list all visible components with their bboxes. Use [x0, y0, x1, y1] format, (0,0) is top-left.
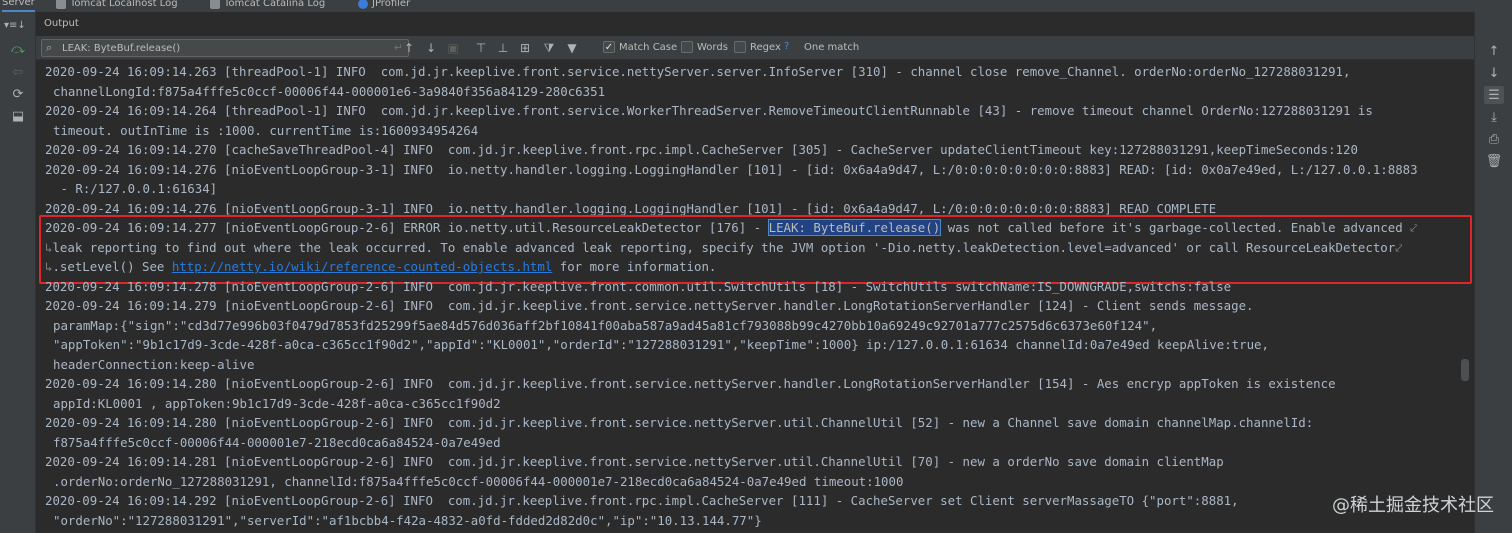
clear-all-icon[interactable]: 🗑 — [1484, 152, 1504, 170]
search-icon[interactable]: ⌕ — [46, 41, 52, 55]
layout-menu-icon[interactable]: ▾≡↓ — [4, 20, 26, 31]
log-file-icon — [56, 0, 66, 9]
tab-label: Tomcat Localhost Log — [70, 0, 178, 9]
vertical-scrollbar-thumb[interactable] — [1461, 359, 1469, 381]
log-line: .orderNo:orderNo_127288031291, channelId… — [53, 473, 904, 489]
regex-help-link[interactable]: ? — [784, 41, 789, 52]
checkbox-empty-icon — [734, 41, 746, 53]
log-line: headerConnection:keep-alive — [53, 356, 255, 372]
log-line: f875a4fffe5c0ccf-00006f44-000001e7-218ec… — [53, 434, 501, 450]
refresh-icon[interactable]: ⟳ — [8, 85, 28, 103]
right-toolbar: ↑ ↓ ☰ ⤓ ⎙ 🗑 — [1474, 12, 1512, 533]
jprofiler-icon — [358, 0, 368, 9]
log-line: paramMap:{"sign":"cd3d77e996b03f0479d785… — [53, 317, 1158, 333]
log-file-icon — [210, 0, 220, 9]
scroll-to-end-icon[interactable]: ⤓ — [1484, 108, 1504, 126]
soft-wrap-icon: ⤦ — [1395, 239, 1403, 255]
scroll-up-icon[interactable]: ↑ — [1484, 42, 1504, 60]
tool-window-tabs: Server Tomcat Localhost Log Tomcat Catal… — [0, 0, 1512, 12]
print-icon[interactable]: ⎙ — [1484, 130, 1504, 148]
scroll-down-icon[interactable]: ↓ — [1484, 64, 1504, 82]
words-checkbox[interactable]: Words — [681, 41, 728, 53]
log-line: 2020-09-24 16:09:14.278 [nioEventLoopGro… — [45, 278, 1232, 294]
tab-jprofiler[interactable]: JProfiler — [358, 0, 410, 12]
search-input[interactable]: ⌕ LEAK: ByteBuf.release() ↵ — [41, 39, 409, 57]
log-line: 2020-09-24 16:09:14.263 [threadPool-1] I… — [45, 64, 1351, 79]
deploy-icon[interactable]: ⬓ — [8, 107, 28, 125]
tab-tomcat-localhost-log[interactable]: Tomcat Localhost Log — [56, 0, 178, 12]
log-line: 2020-09-24 16:09:14.279 [nioEventLoopGro… — [45, 298, 1254, 313]
error-text: for more information. — [552, 259, 717, 274]
previous-occurrence-button[interactable]: ↑ — [400, 39, 418, 57]
log-line: 2020-09-24 16:09:14.276 [nioEventLoopGro… — [45, 200, 1217, 216]
reload-arrow-icon: ⇦ — [12, 64, 24, 80]
error-text: leak reporting to find out where the lea… — [52, 239, 1396, 255]
error-line: ↳leak reporting to find out where the le… — [45, 238, 1402, 258]
console-output[interactable]: 2020-09-24 16:09:14.263 [threadPool-1] I… — [36, 61, 1474, 533]
regex-label: Regex — [750, 41, 781, 53]
match-case-checkbox[interactable]: ✓ Match Case — [603, 41, 677, 53]
log-line: channelLongId:f875a4fffe5c0ccf-00006f44-… — [53, 83, 606, 99]
funnel-icon[interactable]: ▼ — [563, 39, 581, 57]
filter-icon[interactable]: ⧩ — [540, 39, 558, 57]
search-match-highlight: LEAK: ByteBuf.release() — [767, 219, 942, 236]
left-toolbar: ▾≡↓ ⤼ ⇦ ⟳ ⬓ — [0, 12, 36, 533]
error-line: 2020-09-24 16:09:14.277 [nioEventLoopGro… — [45, 218, 1417, 238]
netty-wiki-link[interactable]: http://netty.io/wiki/reference-counted-o… — [172, 259, 552, 274]
log-line: - R:/127.0.0.1:61634] — [53, 181, 218, 196]
add-occurrence-button[interactable]: ⊤ — [472, 39, 490, 57]
tab-label: Tomcat Catalina Log — [224, 0, 326, 9]
find-bar: ⌕ LEAK: ByteBuf.release() ↵ ↑ ↓ ▣ ⊤ ⊥ ⊞ … — [36, 36, 1474, 60]
update-running-app-icon[interactable]: ⤼ — [8, 40, 28, 58]
log-line: appId:KL0001 , appToken:9b1c17d9-3cde-42… — [53, 395, 501, 411]
tab-server-label: Server — [2, 0, 35, 8]
log-line: timeout. outInTime is :1000. currentTime… — [53, 122, 479, 138]
tab-server[interactable]: Server — [2, 0, 35, 12]
match-count: One match — [804, 42, 860, 53]
log-line: 2020-09-24 16:09:14.292 [nioEventLoopGro… — [45, 493, 1239, 508]
tab-label: JProfiler — [372, 0, 411, 9]
log-line: 2020-09-24 16:09:14.270 [cacheSaveThread… — [45, 142, 1358, 157]
regex-checkbox[interactable]: Regex — [734, 41, 781, 53]
log-line: "appToken":"9b1c17d9-3cde-428f-a0ca-c365… — [53, 337, 1269, 352]
error-suffix: was not called before it's garbage-colle… — [940, 220, 1411, 235]
error-prefix: 2020-09-24 16:09:14.277 [nioEventLoopGro… — [45, 220, 769, 235]
log-line: 2020-09-24 16:09:14.280 [nioEventLoopGro… — [45, 376, 1336, 391]
error-text: .setLevel() See — [52, 259, 172, 274]
remove-occurrence-button[interactable]: ⊥ — [494, 39, 512, 57]
select-all-occurrences-button[interactable]: ▣ — [444, 39, 462, 57]
checkbox-checked-icon: ✓ — [603, 41, 615, 53]
soft-wrap-icon: ⤦ — [1410, 220, 1418, 235]
watermark: @稀土掘金技术社区 — [1332, 495, 1494, 516]
checkbox-empty-icon — [681, 41, 693, 53]
tab-tomcat-catalina-log[interactable]: Tomcat Catalina Log — [210, 0, 325, 12]
match-case-label: Match Case — [619, 41, 678, 53]
error-line: ↳.setLevel() See http://netty.io/wiki/re… — [45, 257, 716, 277]
search-value: LEAK: ByteBuf.release() — [62, 42, 181, 54]
log-line: 2020-09-24 16:09:14.276 [nioEventLoopGro… — [45, 161, 1418, 177]
log-line: 2020-09-24 16:09:14.280 [nioEventLoopGro… — [45, 415, 1314, 430]
log-line: "orderNo":"127288031291","serverId":"af1… — [53, 512, 762, 528]
log-line: 2020-09-24 16:09:14.264 [threadPool-1] I… — [45, 103, 1373, 118]
next-occurrence-button[interactable]: ↓ — [422, 39, 440, 57]
words-label: Words — [697, 41, 728, 53]
log-line: 2020-09-24 16:09:14.281 [nioEventLoopGro… — [45, 454, 1224, 469]
soft-wrap-toggle-icon[interactable]: ☰ — [1484, 86, 1504, 104]
panel-title: Output — [44, 18, 79, 29]
select-all-button[interactable]: ⊞ — [516, 39, 534, 57]
